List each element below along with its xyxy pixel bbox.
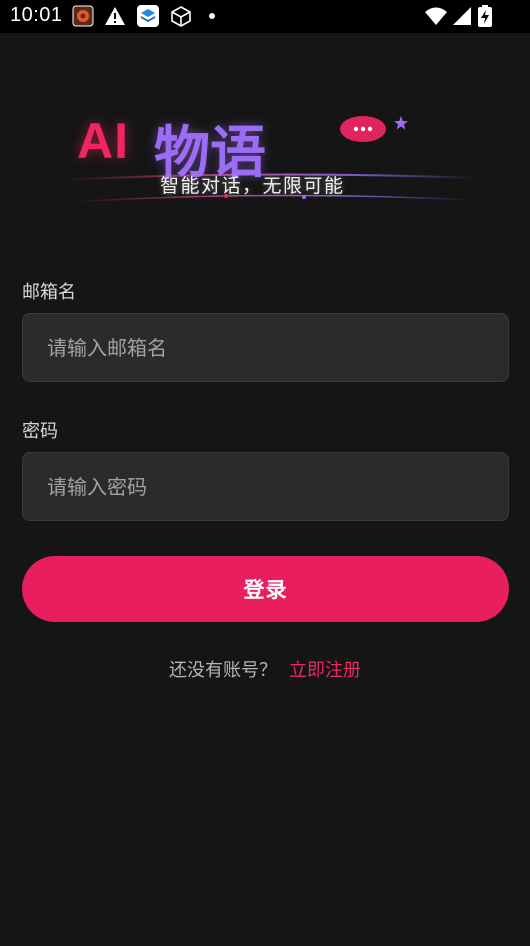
battery-charging-icon [478,5,492,27]
stack-app-icon [137,5,159,27]
login-button[interactable]: 登录 [22,556,509,622]
password-field-container[interactable] [22,452,509,521]
email-field-container[interactable] [22,313,509,382]
app-notification-icon [72,5,94,27]
app-logo: AI 物语 智能对话，无限可能 [60,100,480,212]
logo-tagline: 智能对话，无限可能 [160,175,345,197]
logo-ai-text: AI [77,113,129,169]
register-link[interactable]: 立即注册 [289,660,361,681]
wifi-icon [425,7,447,25]
status-time: 10:01 [10,4,63,26]
warning-icon [105,7,125,25]
email-input[interactable] [23,314,508,381]
signal-icon [453,7,471,25]
register-row: 还没有账号？ 立即注册 [0,656,530,682]
dot-icon [209,13,215,19]
password-label: 密码 [22,421,58,442]
chat-bubble-icon [340,116,386,142]
email-label: 邮箱名 [22,282,76,303]
password-input[interactable] [23,453,508,520]
box-icon [171,6,191,27]
status-bar: 10:01 [0,0,530,33]
register-prompt: 还没有账号？ [169,660,277,681]
star-icon [394,116,408,130]
